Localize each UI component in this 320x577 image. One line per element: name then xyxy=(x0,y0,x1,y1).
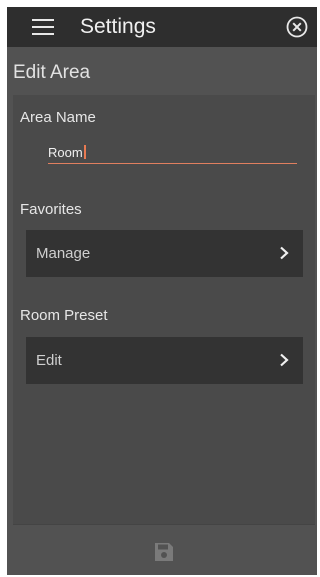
edit-button-label: Edit xyxy=(36,352,62,369)
room-preset-label: Room Preset xyxy=(20,307,108,324)
page-title: Settings xyxy=(80,15,156,38)
hamburger-menu-icon[interactable] xyxy=(32,19,54,35)
footer-divider xyxy=(13,524,315,525)
manage-favorites-button[interactable]: Manage xyxy=(26,230,303,277)
area-name-input[interactable]: Room xyxy=(48,143,297,164)
edit-room-preset-button[interactable]: Edit xyxy=(26,337,303,384)
chevron-right-icon xyxy=(279,246,289,260)
top-app-bar: Settings xyxy=(7,7,317,47)
favorites-label: Favorites xyxy=(20,201,82,218)
manage-button-label: Manage xyxy=(36,245,91,262)
settings-screen: Settings Edit Area Area Name Room Favori… xyxy=(7,7,317,575)
area-name-label: Area Name xyxy=(20,109,96,126)
area-name-value: Room xyxy=(48,145,86,160)
save-icon[interactable] xyxy=(153,541,175,563)
chevron-right-icon xyxy=(279,353,289,367)
close-icon[interactable] xyxy=(286,16,308,38)
text-cursor xyxy=(83,145,86,159)
section-heading: Edit Area xyxy=(13,62,91,83)
